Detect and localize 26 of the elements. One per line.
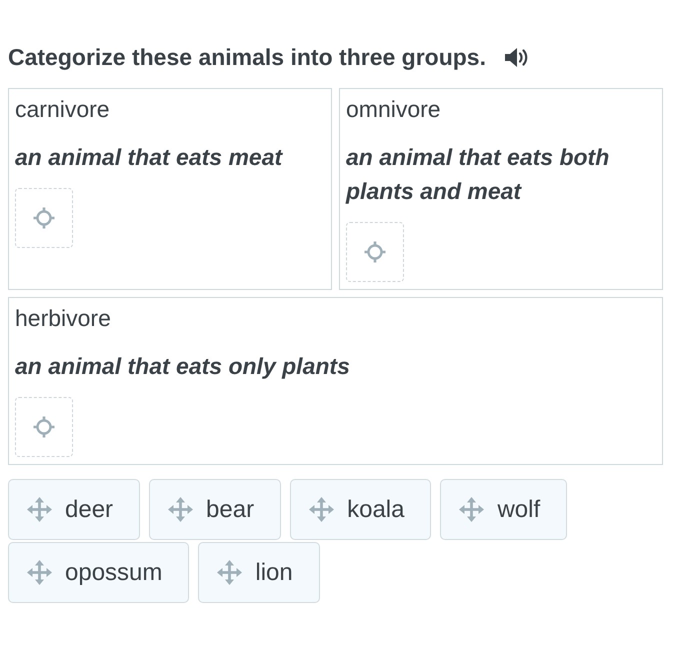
animal-chip[interactable]: koala — [290, 479, 432, 540]
category-name: herbivore — [15, 304, 112, 333]
category-definition: an animal that eats meat — [15, 143, 284, 172]
move-icon — [217, 560, 242, 585]
move-icon — [309, 497, 334, 522]
crosshair-icon — [33, 207, 55, 229]
category-definition: an animal that eats only plants — [15, 352, 351, 381]
move-icon — [27, 560, 52, 585]
move-icon — [459, 497, 484, 522]
drop-zone[interactable] — [15, 397, 73, 457]
category-name: omnivore — [346, 95, 442, 124]
move-icon — [168, 497, 194, 522]
animal-chip[interactable]: lion — [198, 542, 320, 603]
animal-chip[interactable]: bear — [149, 479, 282, 540]
speaker-icon[interactable] — [504, 46, 529, 68]
animal-chip[interactable]: wolf — [440, 479, 568, 540]
animal-chip[interactable]: opossum — [8, 542, 190, 603]
drop-zone[interactable] — [15, 188, 73, 248]
move-icon — [27, 497, 52, 522]
category-name: carnivore — [15, 95, 111, 124]
crosshair-icon — [33, 416, 55, 438]
drop-zone[interactable] — [346, 222, 404, 282]
category-definition: an animal that eats both plants and meat — [346, 143, 610, 206]
instruction-text: Categorize these animals into three groups. — [8, 43, 486, 72]
crosshair-icon — [364, 241, 386, 263]
animal-chip[interactable]: deer — [8, 479, 140, 540]
